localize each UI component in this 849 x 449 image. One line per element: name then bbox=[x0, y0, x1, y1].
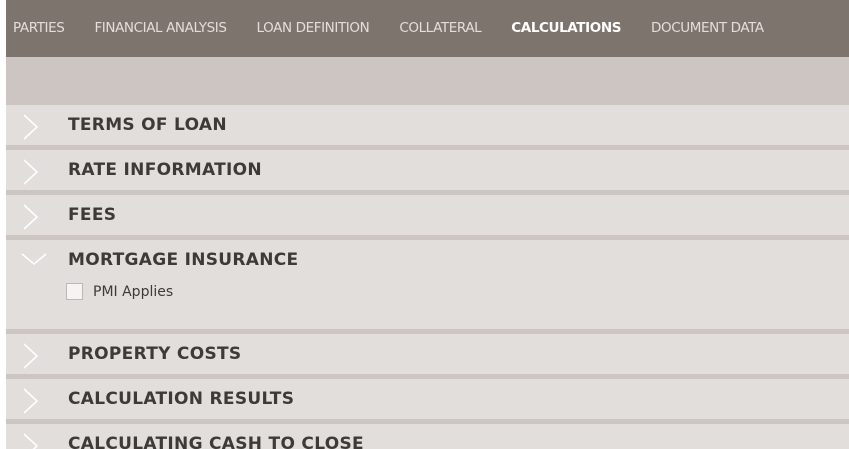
section-title: PROPERTY COSTS bbox=[68, 344, 242, 364]
tab-calculations[interactable]: CALCULATIONS bbox=[496, 0, 636, 57]
section-header[interactable]: MORTGAGE INSURANCE bbox=[6, 240, 849, 280]
section-header[interactable]: CALCULATION RESULTS bbox=[6, 379, 849, 419]
tab-parties[interactable]: PARTIES bbox=[6, 0, 79, 57]
chevron-right-icon bbox=[23, 204, 39, 230]
section-title: CALCULATION RESULTS bbox=[68, 389, 295, 409]
tab-loan-definition[interactable]: LOAN DEFINITION bbox=[242, 0, 385, 57]
pmi-applies-checkbox[interactable] bbox=[66, 283, 83, 300]
chevron-right-icon bbox=[23, 388, 39, 414]
chevron-right-icon bbox=[23, 433, 39, 449]
section-header[interactable]: RATE INFORMATION bbox=[6, 150, 849, 190]
section-header[interactable]: PROPERTY COSTS bbox=[6, 334, 849, 374]
top-nav: PARTIES FINANCIAL ANALYSIS LOAN DEFINITI… bbox=[6, 0, 849, 57]
pmi-applies-label: PMI Applies bbox=[93, 283, 174, 300]
section-title: FEES bbox=[68, 205, 117, 225]
chevron-down-icon bbox=[21, 253, 47, 266]
section-title: RATE INFORMATION bbox=[68, 160, 262, 180]
section-title: CALCULATING CASH TO CLOSE bbox=[68, 434, 364, 449]
pmi-applies-row: PMI Applies bbox=[66, 283, 173, 300]
section-header[interactable]: FEES bbox=[6, 195, 849, 235]
chevron-right-icon bbox=[23, 343, 39, 369]
section-calculating-cash-to-close[interactable]: CALCULATING CASH TO CLOSE bbox=[6, 424, 849, 449]
section-property-costs[interactable]: PROPERTY COSTS bbox=[6, 334, 849, 379]
section-calculation-results[interactable]: CALCULATION RESULTS bbox=[6, 379, 849, 424]
tab-collateral[interactable]: COLLATERAL bbox=[384, 0, 496, 57]
app-window: PARTIES FINANCIAL ANALYSIS LOAN DEFINITI… bbox=[6, 0, 849, 449]
tab-document-data[interactable]: DOCUMENT DATA bbox=[636, 0, 779, 57]
tab-financial-analysis[interactable]: FINANCIAL ANALYSIS bbox=[79, 0, 241, 57]
section-header[interactable]: CALCULATING CASH TO CLOSE bbox=[6, 424, 849, 449]
section-terms-of-loan[interactable]: TERMS OF LOAN bbox=[6, 105, 849, 150]
section-rate-information[interactable]: RATE INFORMATION bbox=[6, 150, 849, 195]
calculations-accordion: TERMS OF LOAN RATE INFORMATION FEES MORT… bbox=[6, 105, 849, 449]
chevron-right-icon bbox=[23, 114, 39, 140]
chevron-right-icon bbox=[23, 159, 39, 185]
section-mortgage-insurance[interactable]: MORTGAGE INSURANCE PMI Applies bbox=[6, 240, 849, 334]
section-header[interactable]: TERMS OF LOAN bbox=[6, 105, 849, 145]
toolbar-strip bbox=[6, 57, 849, 105]
mortgage-insurance-body: PMI Applies bbox=[6, 280, 849, 329]
section-title: MORTGAGE INSURANCE bbox=[68, 250, 299, 270]
section-fees[interactable]: FEES bbox=[6, 195, 849, 240]
section-title: TERMS OF LOAN bbox=[68, 115, 227, 135]
